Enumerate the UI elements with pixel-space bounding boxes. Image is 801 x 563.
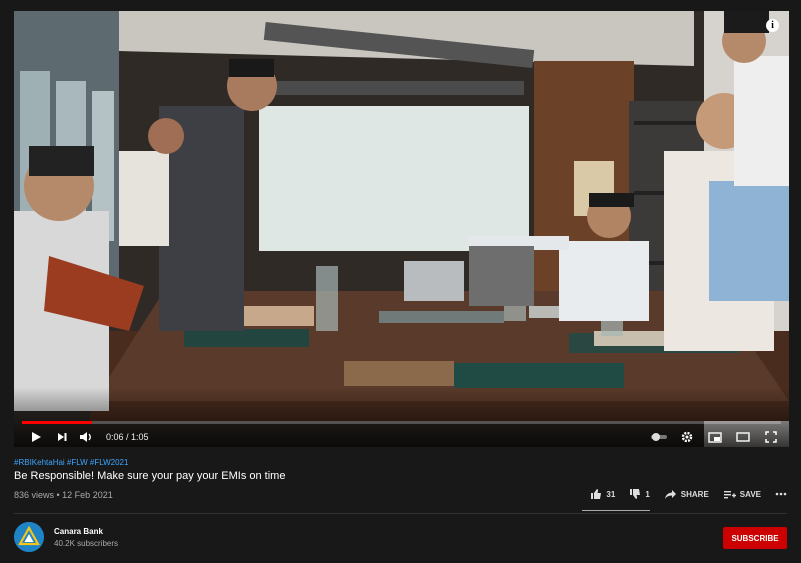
progress-bar[interactable]	[22, 421, 781, 424]
save-label: SAVE	[739, 489, 761, 499]
info-icon[interactable]: i	[766, 19, 779, 32]
video-title: Be Responsible! Make sure your pay your …	[14, 470, 286, 482]
subscribe-button[interactable]: SUBSCRIBE	[723, 527, 787, 549]
autoplay-toggle-icon[interactable]	[649, 427, 669, 447]
subscriber-count: 40.2K subscribers	[54, 539, 119, 548]
dislike-button[interactable]: 1	[629, 488, 650, 500]
play-icon[interactable]	[26, 427, 46, 447]
dislike-count: 1	[645, 489, 650, 499]
like-count: 31	[606, 489, 616, 499]
action-bar: 31 1 SHARE SAVE	[590, 488, 787, 500]
channel-name[interactable]: Canara Bank	[54, 527, 103, 536]
more-button[interactable]	[775, 492, 787, 496]
more-icon	[775, 492, 787, 496]
like-button[interactable]: 31	[590, 488, 615, 500]
share-icon	[664, 489, 676, 499]
time-display: 0:06 / 1:05	[106, 432, 149, 442]
save-icon	[723, 490, 736, 498]
save-button[interactable]: SAVE	[723, 489, 761, 500]
share-label: SHARE	[680, 489, 709, 499]
right-controls	[649, 427, 781, 447]
miniplayer-icon[interactable]	[705, 427, 725, 447]
hashtags[interactable]: #RBIKehtaHai #FLW #FLW2021	[14, 458, 128, 467]
next-icon[interactable]	[52, 427, 72, 447]
player-controls: 0:06 / 1:05	[14, 427, 789, 447]
dislike-icon	[630, 489, 641, 499]
video-meta: 836 views • 12 Feb 2021	[14, 490, 113, 500]
theater-icon[interactable]	[733, 427, 753, 447]
channel-avatar[interactable]	[14, 522, 44, 552]
fullscreen-icon[interactable]	[761, 427, 781, 447]
share-button[interactable]: SHARE	[664, 489, 709, 500]
like-icon	[591, 489, 602, 499]
like-dislike-bar	[582, 510, 650, 511]
canara-logo-icon	[14, 522, 44, 552]
video-player[interactable]: i 0:06 / 1:05	[14, 11, 789, 447]
settings-icon[interactable]	[677, 427, 697, 447]
volume-icon[interactable]	[76, 427, 96, 447]
progress-fill	[22, 421, 92, 424]
divider	[14, 513, 787, 514]
video-frame	[14, 11, 789, 447]
